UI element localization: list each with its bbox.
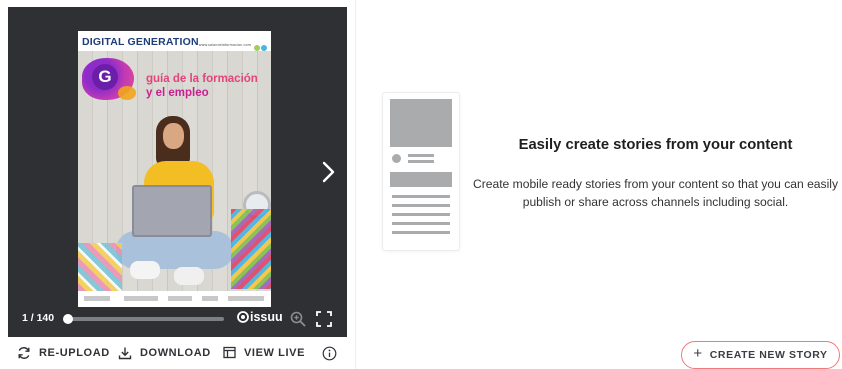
reupload-button[interactable]: RE-UPLOAD	[17, 346, 110, 360]
cover-pencils-right	[231, 209, 271, 289]
illustration-image-block	[390, 99, 452, 147]
window-icon	[223, 346, 236, 359]
refresh-icon	[18, 347, 30, 359]
viewer-toolbar: 1 / 140 issuu	[8, 303, 347, 337]
cover-badge-letter: G	[92, 64, 118, 90]
fullscreen-button[interactable]	[315, 310, 333, 328]
illustration-avatar	[392, 154, 401, 163]
illustration-banner	[390, 172, 452, 187]
download-label: DOWNLOAD	[140, 347, 211, 359]
panel-divider	[355, 0, 356, 369]
view-live-button[interactable]: VIEW LIVE	[223, 346, 305, 359]
stories-heading: Easily create stories from your content	[518, 137, 793, 153]
fullscreen-icon	[316, 311, 332, 327]
cover-pencils-left	[78, 243, 122, 297]
cover-url: www.salondelaformacion.com	[198, 43, 251, 47]
scrubber-handle[interactable]	[62, 314, 73, 324]
cover-title: DIGITAL GENERATION	[82, 36, 199, 48]
create-new-story-button[interactable]: + CREATE NEW STORY	[681, 341, 840, 369]
info-button[interactable]	[322, 346, 337, 361]
cover-person-face	[163, 123, 184, 149]
zoom-in-icon	[290, 311, 306, 327]
cover-blob-accent	[118, 86, 136, 100]
download-icon	[118, 347, 132, 360]
document-cover: DIGITAL GENERATION www.salondelaformacio…	[78, 31, 271, 307]
document-actions: RE-UPLOAD DOWNLOAD VIEW LIVE	[8, 343, 347, 367]
cover-subtitle-line2: y el empleo	[146, 87, 209, 99]
reupload-label: RE-UPLOAD	[39, 347, 110, 359]
cover-subtitle-line1: guía de la formación	[146, 73, 258, 85]
cover-shoe-right	[174, 267, 204, 285]
cover-laptop	[132, 185, 212, 237]
zoom-in-button[interactable]	[289, 310, 307, 328]
cover-header: DIGITAL GENERATION www.salondelaformacio…	[78, 31, 271, 51]
issuu-logo-text: issuu	[250, 310, 283, 324]
issuu-logo[interactable]: issuu	[237, 310, 283, 324]
document-viewer: DIGITAL GENERATION www.salondelaformacio…	[8, 7, 347, 337]
download-button[interactable]: DOWNLOAD	[118, 346, 211, 360]
create-new-story-label: CREATE NEW STORY	[709, 349, 828, 361]
page-indicator: 1 / 140	[22, 312, 55, 324]
issuu-icon	[237, 311, 249, 323]
story-illustration	[383, 93, 459, 250]
cover-logo-dots	[253, 36, 267, 55]
stories-description: Create mobile ready stories from your co…	[472, 177, 838, 209]
page-scrubber[interactable]	[62, 314, 224, 324]
plus-icon: +	[693, 345, 703, 362]
info-icon	[322, 346, 337, 361]
view-live-label: VIEW LIVE	[244, 346, 306, 359]
cover-subtitle: guía de la formación y el empleo	[146, 72, 258, 100]
chevron-right-icon	[322, 161, 335, 183]
next-page-button[interactable]	[317, 159, 339, 185]
cover-shoe-left	[130, 261, 160, 279]
